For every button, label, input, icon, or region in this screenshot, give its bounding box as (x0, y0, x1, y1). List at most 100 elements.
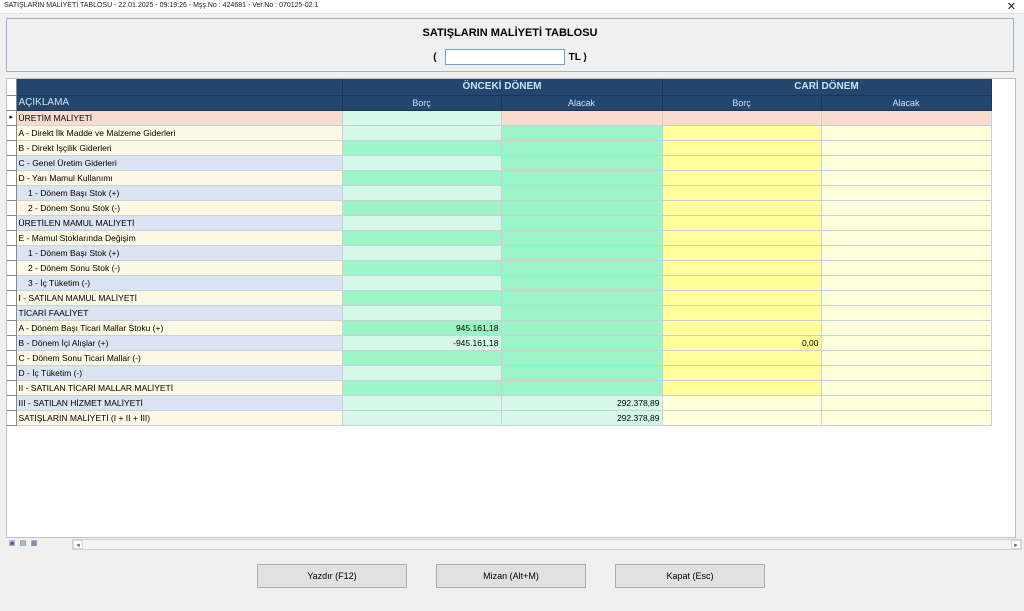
table-row[interactable]: A - Dönem Başı Ticari Mallar Stoku (+) 94… (7, 320, 992, 336)
cell-curr-credit[interactable] (821, 290, 992, 306)
cell-curr-credit[interactable] (821, 170, 992, 186)
row-selector[interactable] (7, 290, 17, 306)
cell-prev-debit[interactable] (342, 260, 502, 276)
table-row[interactable]: C - Dönem Sonu Ticari Mallar (-) (7, 350, 992, 366)
row-selector[interactable]: ▸ (7, 110, 17, 126)
cell-prev-credit[interactable] (501, 260, 663, 276)
cell-prev-credit[interactable] (501, 155, 663, 171)
cell-prev-debit[interactable] (342, 350, 502, 366)
cell-curr-credit[interactable] (821, 245, 992, 261)
table-row[interactable]: 3 - İç Tüketim (-) (7, 275, 992, 291)
cell-prev-debit[interactable] (342, 140, 502, 156)
table-row[interactable]: D - İç Tüketim (-) (7, 365, 992, 381)
cell-prev-debit[interactable] (342, 380, 502, 396)
header-prev-credit[interactable]: Alacak (501, 95, 663, 111)
cell-curr-credit[interactable] (821, 155, 992, 171)
cell-prev-credit[interactable] (501, 380, 663, 396)
row-selector[interactable] (7, 140, 17, 156)
cell-curr-debit[interactable] (662, 395, 822, 411)
table-row[interactable]: B - Direkt İşçilik Giderleri (7, 140, 992, 156)
cell-curr-credit[interactable] (821, 410, 992, 426)
cell-prev-credit[interactable] (501, 245, 663, 261)
cell-curr-credit[interactable] (821, 305, 992, 321)
currency-input[interactable] (444, 49, 565, 65)
cell-prev-credit[interactable] (501, 290, 663, 306)
cell-prev-debit[interactable] (342, 125, 502, 141)
cell-curr-debit[interactable] (662, 350, 822, 366)
cell-curr-credit[interactable] (821, 200, 992, 216)
table-row[interactable]: TİCARİ FAALİYET (7, 305, 992, 321)
row-selector[interactable] (7, 170, 17, 186)
table-row[interactable]: 2 - Dönem Sonu Stok (-) (7, 260, 992, 276)
cell-prev-credit[interactable] (501, 170, 663, 186)
cell-prev-credit[interactable] (501, 125, 663, 141)
cell-curr-credit[interactable] (821, 275, 992, 291)
row-selector[interactable] (7, 200, 17, 216)
cell-curr-debit[interactable]: 0,00 (662, 335, 822, 351)
cell-curr-credit[interactable] (821, 395, 992, 411)
cell-prev-debit[interactable] (342, 230, 502, 246)
cell-curr-debit[interactable] (662, 410, 822, 426)
cell-curr-debit[interactable] (662, 245, 822, 261)
scroll-right-icon[interactable]: ▸ (1011, 540, 1021, 549)
row-selector[interactable] (7, 335, 17, 351)
cell-curr-credit[interactable] (821, 365, 992, 381)
row-selector[interactable] (7, 215, 17, 231)
cell-curr-debit[interactable] (662, 110, 822, 126)
table-row[interactable]: ▸ ÜRETİM MALİYETİ (7, 110, 992, 126)
table-row[interactable]: I - SATILAN MAMUL MALİYETİ (7, 290, 992, 306)
row-selector[interactable] (7, 410, 17, 426)
cell-curr-debit[interactable] (662, 275, 822, 291)
cell-prev-credit[interactable] (501, 110, 663, 126)
table-row[interactable]: III - SATILAN HİZMET MALİYETİ 292.378,89 (7, 395, 992, 411)
table-row[interactable]: II - SATILAN TİCARİ MALLAR MALİYETİ (7, 380, 992, 396)
header-description[interactable]: AÇIKLAMA (16, 95, 343, 111)
cell-curr-debit[interactable] (662, 380, 822, 396)
row-selector[interactable] (7, 365, 17, 381)
table-row[interactable]: E - Mamul Stoklarında Değişim (7, 230, 992, 246)
cell-curr-debit[interactable] (662, 155, 822, 171)
cell-curr-credit[interactable] (821, 335, 992, 351)
row-selector[interactable] (7, 350, 17, 366)
cell-curr-debit[interactable] (662, 185, 822, 201)
row-selector[interactable] (7, 395, 17, 411)
cell-curr-debit[interactable] (662, 200, 822, 216)
cell-curr-debit[interactable] (662, 320, 822, 336)
cell-curr-credit[interactable] (821, 215, 992, 231)
cell-curr-credit[interactable] (821, 140, 992, 156)
row-selector[interactable] (7, 185, 17, 201)
cell-prev-debit[interactable] (342, 290, 502, 306)
header-curr-credit[interactable]: Alacak (821, 95, 992, 111)
cell-curr-debit[interactable] (662, 305, 822, 321)
cell-curr-credit[interactable] (821, 350, 992, 366)
table-row[interactable]: 1 - Dönem Başı Stok (+) (7, 185, 992, 201)
cell-prev-credit[interactable] (501, 275, 663, 291)
print-button[interactable]: Yazdır (F12) (257, 564, 407, 588)
row-selector[interactable] (7, 230, 17, 246)
cell-curr-credit[interactable] (821, 260, 992, 276)
cell-prev-debit[interactable] (342, 110, 502, 126)
cell-curr-debit[interactable] (662, 215, 822, 231)
scroll-left-icon[interactable]: ◂ (73, 540, 83, 549)
cell-curr-debit[interactable] (662, 365, 822, 381)
cell-curr-debit[interactable] (662, 170, 822, 186)
row-selector[interactable] (7, 155, 17, 171)
cell-prev-debit[interactable] (342, 365, 502, 381)
row-selector[interactable] (7, 320, 17, 336)
cell-prev-debit[interactable] (342, 170, 502, 186)
cell-prev-debit[interactable] (342, 215, 502, 231)
cell-prev-debit[interactable] (342, 155, 502, 171)
cell-prev-credit[interactable] (501, 230, 663, 246)
close-icon[interactable]: ✕ (1007, 0, 1016, 13)
save-icon[interactable]: ▣ (8, 540, 16, 548)
table-row[interactable]: 2 - Dönem Sonu Stok (-) (7, 200, 992, 216)
cell-prev-debit[interactable] (342, 395, 502, 411)
row-selector[interactable] (7, 380, 17, 396)
cell-curr-credit[interactable] (821, 185, 992, 201)
cell-prev-credit[interactable] (501, 320, 663, 336)
cell-prev-debit[interactable]: -945.161,18 (342, 335, 502, 351)
cell-prev-credit[interactable]: 292.378,89 (501, 395, 663, 411)
cell-prev-debit[interactable] (342, 185, 502, 201)
grid-icon[interactable]: ▤ (19, 540, 27, 548)
table-row[interactable]: 1 - Dönem Başı Stok (+) (7, 245, 992, 261)
